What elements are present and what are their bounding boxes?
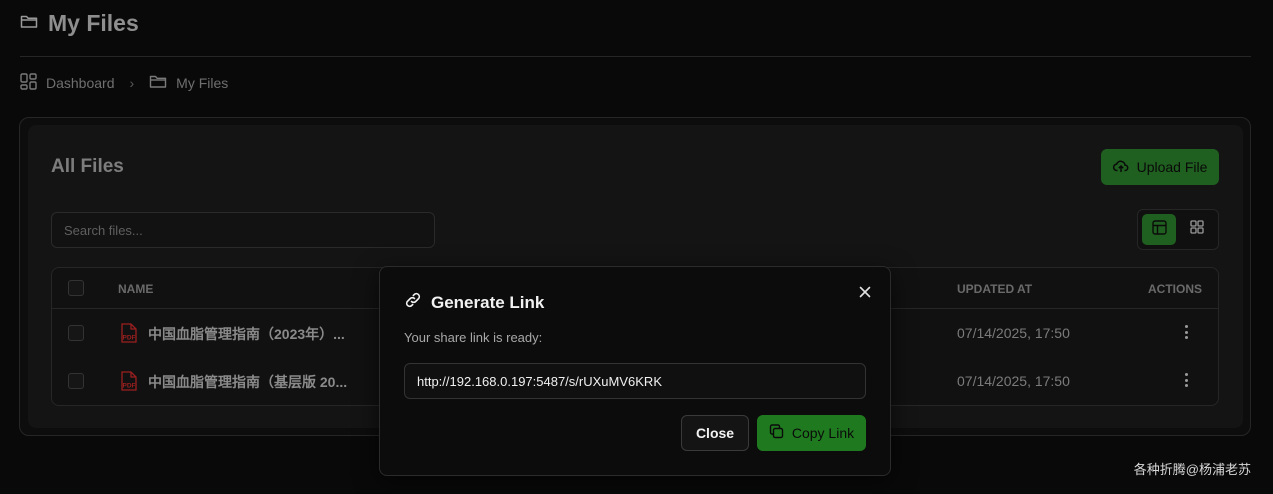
watermark: 各种折腾@杨浦老苏 [1133, 462, 1251, 477]
panel-title: All Files [51, 156, 124, 177]
upload-file-label: Upload File [1136, 159, 1208, 175]
table-icon [1151, 219, 1167, 240]
generate-link-dialog: Generate Link Your share link is ready: … [379, 266, 891, 476]
dialog-title: Generate Link [404, 291, 544, 314]
grid-icon [1190, 220, 1204, 239]
view-toggle [1137, 209, 1219, 250]
column-updated-header[interactable]: UPDATED AT [957, 282, 1032, 296]
pdf-file-icon: PDF [120, 323, 138, 346]
upload-file-button[interactable]: Upload File [1101, 149, 1219, 185]
close-button[interactable]: Close [681, 415, 749, 451]
select-all-checkbox[interactable] [68, 280, 84, 296]
folder-icon [149, 74, 167, 92]
file-updated-at: 07/14/2025, 17:50 [957, 325, 1070, 341]
pdf-file-icon: PDF [120, 371, 138, 394]
page-title: My Files [48, 10, 139, 36]
copy-link-label: Copy Link [791, 425, 855, 441]
breadcrumb-my-files[interactable]: My Files [176, 75, 228, 91]
copy-icon [769, 424, 784, 442]
copy-link-button[interactable]: Copy Link [757, 415, 866, 451]
breadcrumb: Dashboard › My Files [20, 73, 228, 93]
header-divider [20, 56, 1251, 57]
file-name[interactable]: 中国血脂管理指南（基层版 20... [148, 372, 347, 392]
row-checkbox[interactable] [68, 325, 84, 341]
breadcrumb-dashboard[interactable]: Dashboard [46, 75, 115, 91]
search-input[interactable] [51, 212, 435, 248]
page-header: My Files [20, 10, 139, 37]
row-checkbox[interactable] [68, 373, 84, 389]
more-actions-icon[interactable] [1178, 371, 1194, 389]
folder-icon [20, 13, 38, 34]
file-name[interactable]: 中国血脂管理指南（2023年）... [148, 324, 345, 344]
column-name-header[interactable]: NAME [118, 282, 153, 296]
grid-view-button[interactable] [1180, 214, 1214, 245]
link-icon [404, 291, 422, 314]
svg-text:PDF: PDF [123, 335, 136, 342]
column-actions-header: ACTIONS [1148, 282, 1202, 296]
svg-text:PDF: PDF [123, 383, 136, 390]
file-updated-at: 07/14/2025, 17:50 [957, 373, 1070, 389]
cloud-upload-icon [1112, 159, 1129, 176]
share-link-field[interactable] [404, 363, 866, 399]
chevron-right-icon: › [129, 75, 135, 91]
more-actions-icon[interactable] [1178, 323, 1194, 341]
close-icon[interactable] [856, 283, 874, 301]
dialog-description: Your share link is ready: [404, 330, 543, 345]
dashboard-icon [20, 73, 37, 93]
dialog-title-text: Generate Link [431, 292, 545, 312]
table-view-button[interactable] [1142, 214, 1176, 245]
